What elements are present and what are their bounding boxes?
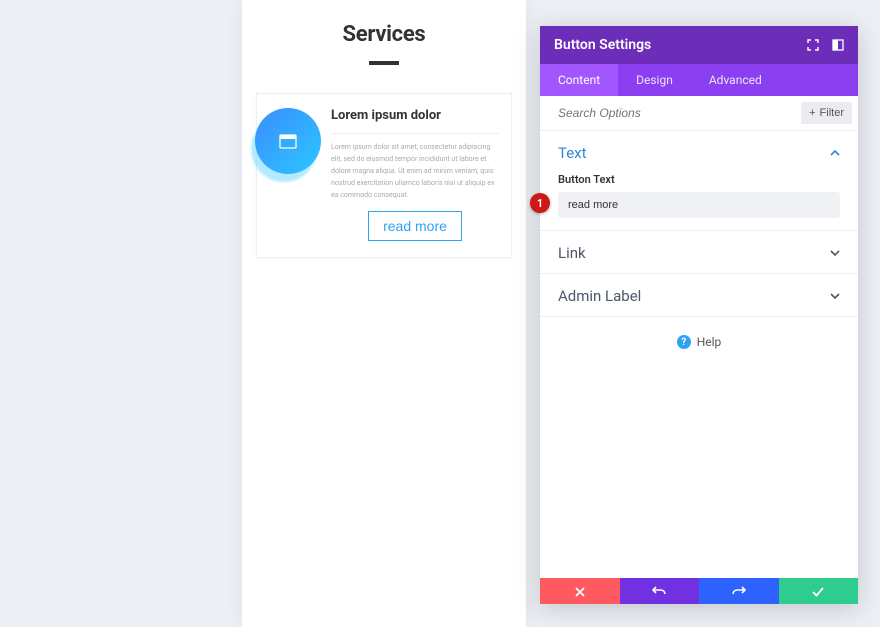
footer-actions (540, 578, 858, 604)
panel-header[interactable]: Button Settings (540, 26, 858, 64)
section-text: Text 1 Button Text (540, 131, 858, 231)
card-icon-wrap (251, 108, 331, 174)
section-text-title: Text (558, 144, 587, 162)
redo-button[interactable] (699, 578, 779, 604)
help-label: Help (697, 335, 722, 349)
search-input[interactable] (558, 106, 801, 120)
redo-icon (732, 582, 746, 601)
settings-tabs: Content Design Advanced (540, 64, 858, 96)
button-settings-panel: Button Settings Content Design Advanced … (540, 26, 858, 604)
card-content: Lorem ipsum dolor Lorem ipsum dolor sit … (331, 94, 511, 257)
chevron-down-icon (830, 243, 840, 262)
read-more-button[interactable]: read more (368, 211, 462, 241)
section-admin-label-head[interactable]: Admin Label (540, 274, 858, 316)
snap-icon[interactable] (831, 39, 844, 52)
undo-button[interactable] (620, 578, 700, 604)
button-text-input[interactable] (558, 192, 840, 218)
filter-label: Filter (820, 107, 844, 119)
plus-icon: + (809, 107, 815, 119)
close-icon (575, 582, 585, 601)
section-link: Link (540, 231, 858, 274)
save-button[interactable] (779, 578, 859, 604)
tab-advanced[interactable]: Advanced (691, 64, 780, 96)
tab-content[interactable]: Content (540, 64, 618, 96)
preview-canvas: Services Lorem ipsum dolor Lorem ipsum d… (242, 0, 526, 627)
button-text-label: Button Text (558, 173, 840, 186)
section-admin-label: Admin Label (540, 274, 858, 317)
panel-title: Button Settings (554, 37, 651, 53)
undo-icon (652, 582, 666, 601)
search-row: + Filter (540, 96, 858, 131)
help-link[interactable]: ? Help (540, 335, 858, 349)
card-body-text: Lorem ipsum dolor sit amet, consectetur … (331, 133, 499, 211)
tab-design[interactable]: Design (618, 64, 691, 96)
cancel-button[interactable] (540, 578, 620, 604)
section-text-head[interactable]: Text (540, 131, 858, 173)
service-card: Lorem ipsum dolor Lorem ipsum dolor sit … (256, 93, 512, 258)
section-admin-label-title: Admin Label (558, 287, 641, 305)
heading-underline (369, 61, 399, 65)
filter-button[interactable]: + Filter (801, 102, 852, 124)
card-title: Lorem ipsum dolor (331, 108, 499, 123)
services-heading: Services (242, 22, 526, 47)
button-text-field: 1 Button Text (540, 173, 858, 230)
help-icon: ? (677, 335, 691, 349)
section-link-title: Link (558, 244, 586, 262)
calendar-icon (255, 108, 321, 174)
check-icon (812, 582, 824, 601)
section-link-head[interactable]: Link (540, 231, 858, 273)
chevron-down-icon (830, 286, 840, 305)
expand-icon[interactable] (806, 39, 819, 52)
step-badge-1: 1 (530, 193, 550, 213)
chevron-up-icon (830, 143, 840, 162)
